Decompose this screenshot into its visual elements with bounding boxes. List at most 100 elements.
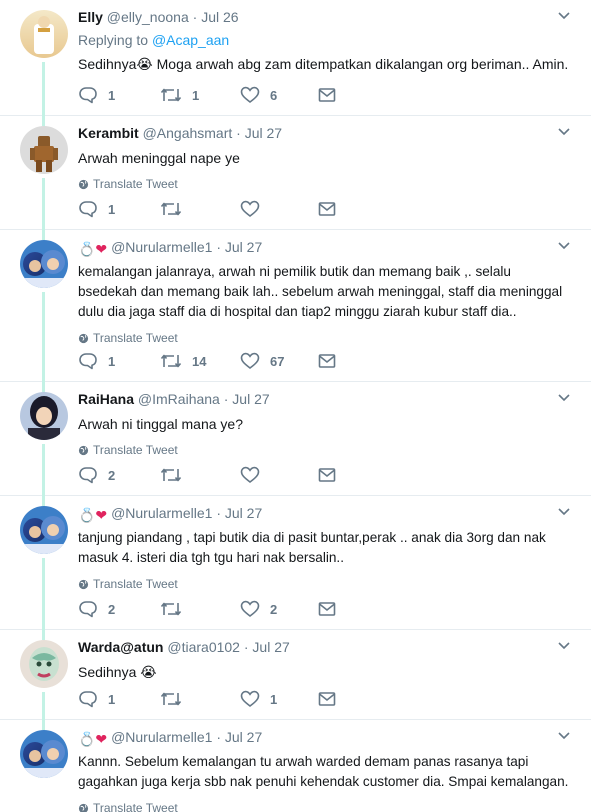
translate-tweet-link[interactable]: Translate Tweet (78, 800, 571, 812)
reply-count: 1 (108, 691, 116, 707)
like-button[interactable] (240, 199, 270, 219)
translate-tweet-link[interactable]: Translate Tweet (78, 576, 571, 592)
timestamp[interactable]: Jul 27 (225, 239, 262, 255)
like-button[interactable] (240, 465, 270, 485)
tweet-3[interactable]: 💍❤ @Nurularmelle1 · Jul 27 kemalangan ja… (0, 230, 591, 382)
separator-dot: · (216, 239, 221, 255)
separator-dot: · (243, 639, 249, 655)
handle[interactable]: @Nurularmelle1 (111, 505, 212, 521)
handle[interactable]: @Angahsmart (143, 125, 233, 141)
tweet-text: Sedihnya😭 Moga arwah abg zam ditempatkan… (78, 56, 569, 72)
display-name[interactable]: RaiHana (78, 391, 134, 407)
handle[interactable]: @tiara0102 (167, 639, 240, 655)
retweet-button[interactable]: 1 (160, 85, 199, 105)
heart-icon (240, 690, 260, 708)
thread-line (42, 230, 45, 240)
tweet-7[interactable]: 💍❤ @Nurularmelle1 · Jul 27 Kannn. Sebelu… (0, 720, 591, 812)
avatar[interactable] (20, 392, 68, 440)
like-button[interactable]: 2 (240, 599, 277, 619)
avatar[interactable] (20, 730, 68, 778)
tweet-header: Elly @elly_noona · Jul 26 (78, 8, 571, 26)
translate-tweet-link[interactable]: Translate Tweet (78, 442, 571, 458)
reply-count: 1 (108, 353, 116, 369)
direct-message-button[interactable] (318, 199, 346, 219)
timestamp[interactable]: Jul 26 (201, 9, 238, 25)
tweet-5[interactable]: 💍❤ @Nurularmelle1 · Jul 27 tanjung piand… (0, 496, 591, 630)
handle[interactable]: @ImRaihana (138, 391, 220, 407)
tweet-1[interactable]: Elly @elly_noona · Jul 26 Replying to @A… (0, 0, 591, 116)
heart-icon (240, 200, 260, 218)
timestamp[interactable]: Jul 27 (245, 125, 282, 141)
retweet-button[interactable]: 14 (160, 351, 206, 371)
separator-dot: · (223, 391, 229, 407)
translate-label: Translate Tweet (93, 443, 178, 457)
reply-button[interactable]: 1 (78, 199, 115, 219)
avatar[interactable] (20, 126, 68, 174)
chevron-down-icon[interactable] (557, 728, 571, 742)
tweet-text: Arwah meninggal nape ye (78, 150, 240, 166)
timestamp[interactable]: Jul 27 (225, 729, 262, 745)
timestamp[interactable]: Jul 27 (252, 639, 289, 655)
thread-line (42, 178, 45, 230)
display-name[interactable]: Elly (78, 9, 103, 25)
reply-icon (79, 87, 97, 104)
display-name[interactable]: 💍❤ (78, 730, 107, 748)
thread-line (42, 444, 45, 496)
retweet-button[interactable] (160, 689, 192, 709)
display-name[interactable]: 💍❤ (78, 240, 107, 258)
display-name[interactable]: Warda@atun (78, 639, 163, 655)
envelope-icon (318, 354, 336, 368)
direct-message-button[interactable] (318, 351, 346, 371)
translate-tweet-link[interactable]: Translate Tweet (78, 176, 571, 192)
retweet-button[interactable] (160, 465, 192, 485)
direct-message-button[interactable] (318, 465, 346, 485)
avatar[interactable] (20, 640, 68, 688)
avatar[interactable] (20, 506, 68, 554)
chevron-down-icon[interactable] (557, 638, 571, 652)
globe-icon (78, 803, 89, 812)
retweet-button[interactable] (160, 199, 192, 219)
chevron-down-icon[interactable] (557, 238, 571, 252)
avatar[interactable] (20, 240, 68, 288)
timestamp[interactable]: Jul 27 (225, 505, 262, 521)
chevron-down-icon[interactable] (557, 8, 571, 22)
heart-icon (240, 466, 260, 484)
direct-message-button[interactable] (318, 85, 346, 105)
handle[interactable]: @Nurularmelle1 (111, 729, 212, 745)
chevron-down-icon[interactable] (557, 390, 571, 404)
handle[interactable]: @Nurularmelle1 (111, 239, 212, 255)
reply-count: 2 (108, 467, 116, 483)
reply-button[interactable]: 1 (78, 351, 115, 371)
retweet-button[interactable] (160, 599, 192, 619)
tweet-6[interactable]: Warda@atun @tiara0102 · Jul 27 Sedihnya … (0, 630, 591, 720)
replying-to-label: Replying to (78, 32, 149, 48)
direct-message-button[interactable] (318, 599, 346, 619)
display-name[interactable]: Kerambit (78, 125, 139, 141)
chevron-down-icon[interactable] (557, 504, 571, 518)
retweet-icon (160, 468, 182, 482)
reply-button[interactable]: 2 (78, 599, 115, 619)
translate-label: Translate Tweet (93, 331, 178, 345)
timestamp[interactable]: Jul 27 (232, 391, 269, 407)
direct-message-button[interactable] (318, 689, 346, 709)
avatar[interactable] (20, 10, 68, 58)
like-count: 1 (270, 691, 278, 707)
reply-button[interactable]: 2 (78, 465, 115, 485)
like-button[interactable]: 1 (240, 689, 277, 709)
display-name[interactable]: 💍❤ (78, 506, 107, 524)
reply-button[interactable]: 1 (78, 85, 115, 105)
thread-line (42, 382, 45, 392)
reply-icon (79, 201, 97, 218)
replying-to-link[interactable]: @Acap_aan (152, 32, 229, 48)
heart-icon (240, 86, 260, 104)
tweet-2[interactable]: Kerambit @Angahsmart · Jul 27 Arwah meni… (0, 116, 591, 230)
reply-button[interactable]: 1 (78, 689, 115, 709)
translate-tweet-link[interactable]: Translate Tweet (78, 330, 571, 346)
like-button[interactable]: 67 (240, 351, 284, 371)
handle[interactable]: @elly_noona (107, 9, 189, 25)
like-button[interactable]: 6 (240, 85, 277, 105)
reply-count: 1 (108, 87, 116, 103)
chevron-down-icon[interactable] (557, 124, 571, 138)
reply-icon (79, 353, 97, 370)
tweet-4[interactable]: RaiHana @ImRaihana · Jul 27 Arwah ni tin… (0, 382, 591, 496)
